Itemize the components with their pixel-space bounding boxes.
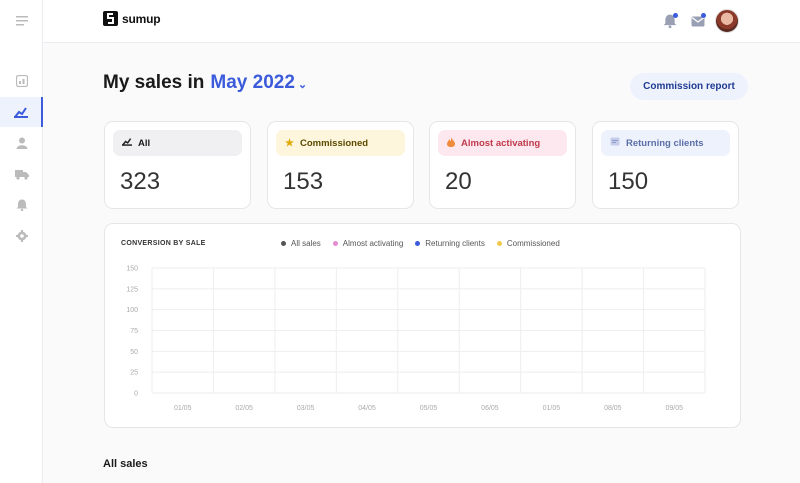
user-icon[interactable] xyxy=(0,128,43,158)
sales-icon[interactable] xyxy=(0,97,43,127)
returning-icon xyxy=(610,137,620,149)
sidebar xyxy=(0,0,43,483)
menu-icon[interactable] xyxy=(0,6,43,36)
y-tick-label: 0 xyxy=(134,391,138,398)
x-tick-label: 05/05 xyxy=(420,405,438,412)
x-tick-label: 06/05 xyxy=(481,405,499,412)
y-tick-label: 50 xyxy=(130,349,138,356)
chart-plot-area: 0 25 50 75 100 125 150 01/05 02/05 03/05 04/05 05/0… xyxy=(126,266,706,412)
bell-icon[interactable] xyxy=(0,190,43,220)
x-tick-label: 04/05 xyxy=(358,405,376,412)
title-prefix: My sales in xyxy=(103,72,205,93)
card-value: 20 xyxy=(445,168,472,195)
x-tick-label: 09/05 xyxy=(666,405,684,412)
mail-icon[interactable] xyxy=(689,12,707,30)
card-commissioned[interactable]: ★ Commissioned 153 xyxy=(267,121,414,209)
x-tick-label: 01/05 xyxy=(174,405,192,412)
card-pill: ★ Commissioned xyxy=(276,130,405,156)
x-tick-label: 01/05 xyxy=(543,405,561,412)
main-content: My sales in May 2022 ⌄ Commission report … xyxy=(43,43,800,483)
sales-icon xyxy=(122,137,132,149)
card-value: 153 xyxy=(283,168,324,195)
card-all[interactable]: All 323 xyxy=(104,121,251,209)
card-label: Commissioned xyxy=(299,137,369,149)
mail-dot xyxy=(701,13,706,18)
truck-icon[interactable] xyxy=(0,159,43,189)
sumup-logo-icon xyxy=(103,11,118,26)
all-sales-heading: All sales xyxy=(103,458,148,470)
avatar[interactable] xyxy=(715,9,739,33)
chevron-down-icon: ⌄ xyxy=(297,79,308,91)
card-label: Almost activating xyxy=(461,137,541,149)
conversion-chart: CONVERSION BY SALE All sales Almost acti… xyxy=(104,223,741,428)
topbar: sumup xyxy=(43,0,800,43)
card-returning-clients[interactable]: Returning clients 150 xyxy=(592,121,739,209)
notification-dot xyxy=(673,13,678,18)
card-pill: Almost activating xyxy=(438,130,567,156)
card-pill: Returning clients xyxy=(601,130,730,156)
card-pill: All xyxy=(113,130,242,156)
notification-bell-icon[interactable] xyxy=(661,12,679,30)
dashboard-icon[interactable] xyxy=(0,66,43,96)
x-tick-label: 02/05 xyxy=(235,405,253,412)
x-tick-label: 08/05 xyxy=(604,405,622,412)
y-tick-label: 125 xyxy=(126,286,138,293)
y-tick-label: 100 xyxy=(126,307,138,314)
y-tick-label: 75 xyxy=(130,328,138,335)
star-icon: ★ xyxy=(285,137,294,149)
card-label: All xyxy=(138,137,151,149)
gear-icon[interactable] xyxy=(0,221,43,251)
month-selector[interactable]: May 2022 ⌄ xyxy=(210,72,307,94)
card-value: 323 xyxy=(120,168,161,195)
x-tick-label: 03/05 xyxy=(297,405,315,412)
month-label: May 2022 xyxy=(210,72,295,93)
card-almost-activating[interactable]: Almost activating 20 xyxy=(429,121,576,209)
card-label: Returning clients xyxy=(626,137,704,149)
y-tick-label: 150 xyxy=(126,266,138,273)
logo[interactable]: sumup xyxy=(103,11,161,26)
fire-icon xyxy=(447,136,455,150)
brand-name: sumup xyxy=(122,11,161,26)
page-title: My sales in May 2022 ⌄ xyxy=(103,72,307,94)
card-value: 150 xyxy=(608,168,649,195)
y-tick-label: 25 xyxy=(130,370,138,377)
commission-report-button[interactable]: Commission report xyxy=(630,73,748,100)
